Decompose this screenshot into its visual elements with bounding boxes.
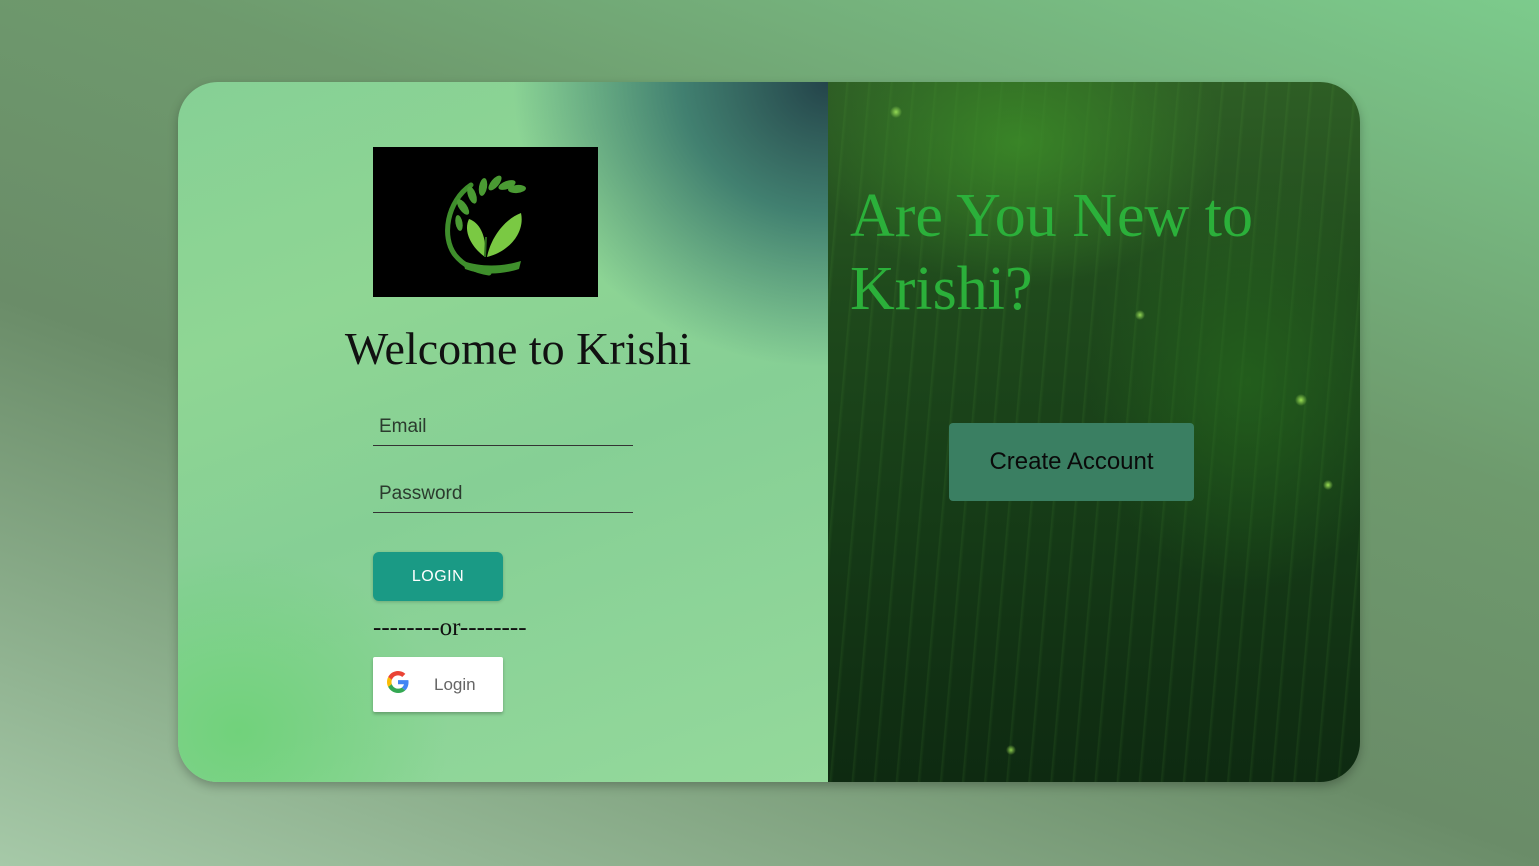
google-icon [387,671,409,696]
welcome-title: Welcome to Krishi [344,323,692,374]
krishi-logo [373,147,598,297]
auth-card: Welcome to Krishi LOGIN --------or------… [178,82,1360,782]
login-panel: Welcome to Krishi LOGIN --------or------… [178,82,828,782]
or-separator: --------or-------- [373,614,527,641]
login-button[interactable]: LOGIN [373,552,503,601]
google-login-label: Login [434,675,476,694]
create-account-button[interactable]: Create Account [949,423,1194,501]
new-user-title: Are You New to Krishi? [850,182,1253,323]
password-input[interactable] [373,475,633,513]
email-input[interactable] [373,408,633,446]
signup-panel: Are You New to Krishi? Create Account [828,82,1360,782]
plant-logo-icon [445,175,526,276]
google-login-button[interactable]: Login [373,657,503,712]
